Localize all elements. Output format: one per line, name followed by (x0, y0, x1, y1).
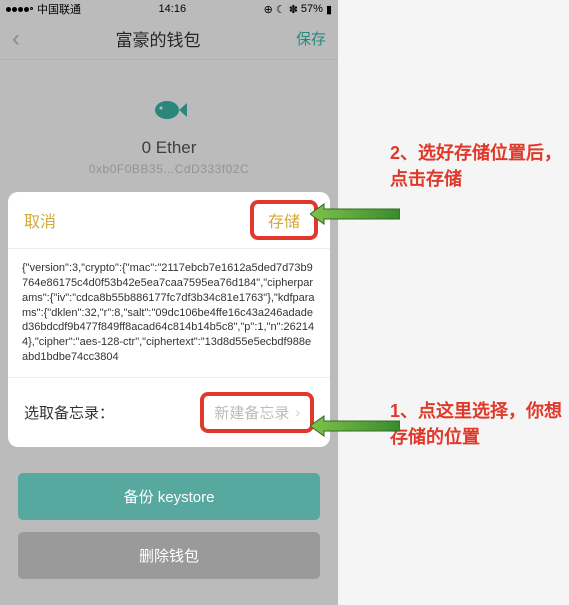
memo-row: 选取备忘录： 新建备忘录 › (8, 378, 330, 447)
phone-screen: 中国联通 14:16 ⊕ ☾ ✽ 57% ▮ ‹ 富豪的钱包 保存 0 Ethe… (0, 0, 338, 605)
annotation-2: 2、选好存储位置后，点击存储 (390, 140, 569, 192)
store-button[interactable]: 存储 (268, 214, 300, 231)
keystore-json-text: {"version":3,"crypto":{"mac":"2117ebcb7e… (8, 249, 330, 378)
annotation-1: 1、点这里选择，你想存储的位置 (390, 398, 569, 450)
store-button-highlight: 存储 (250, 200, 318, 240)
cancel-button[interactable]: 取消 (24, 208, 56, 232)
new-memo-button[interactable]: 新建备忘录 (214, 402, 289, 423)
chevron-right-icon: › (295, 404, 300, 420)
sheet-header: 取消 存储 (8, 192, 330, 249)
export-sheet: 取消 存储 {"version":3,"crypto":{"mac":"2117… (8, 192, 330, 447)
backup-keystore-button[interactable]: 备份 keystore (18, 473, 320, 520)
memo-label: 选取备忘录： (24, 402, 114, 423)
bottom-buttons: 备份 keystore 删除钱包 (18, 473, 320, 591)
delete-wallet-button[interactable]: 删除钱包 (18, 532, 320, 579)
new-memo-highlight: 新建备忘录 › (200, 392, 314, 433)
